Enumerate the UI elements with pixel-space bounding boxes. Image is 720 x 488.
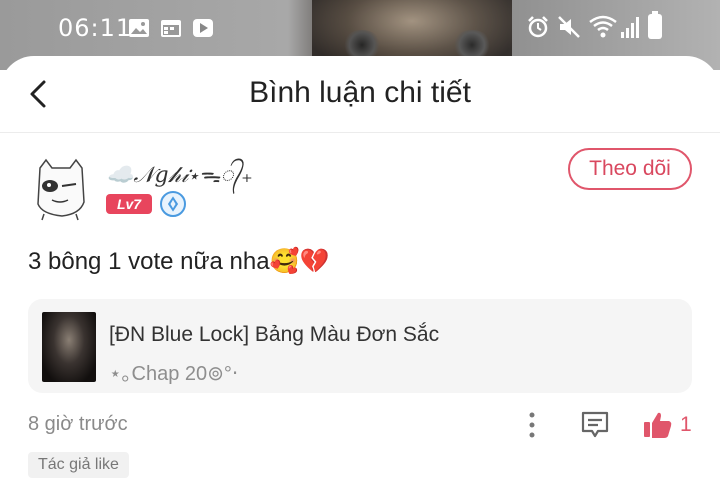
member-badge-icon [160,191,186,217]
signal-icon [621,17,639,38]
battery-icon [648,11,662,39]
page-title: Bình luận chi tiết [249,76,471,109]
alarm-icon [528,16,548,38]
story-chapter: ⋆｡Chap 20⊚°‧ [109,363,239,385]
level-badge: Lv7 [106,194,152,214]
comment-timestamp: 8 giờ trước [28,413,128,435]
like-count: 1 [680,413,692,436]
comment-text: 3 bông 1 vote nữa nha🥰💔 [28,248,330,275]
thumbs-up-icon[interactable] [642,409,674,441]
story-card[interactable]: [ĐN Blue Lock] Bảng Màu Đơn Sắc ⋆｡Chap 2… [28,299,692,393]
calendar-icon [161,20,181,37]
status-time: 06:11 [58,14,133,42]
more-options-icon[interactable] [524,410,540,440]
follow-button[interactable]: Theo dõi [568,148,692,190]
header: Bình luận chi tiết [0,56,720,133]
image-icon [129,19,149,37]
avatar[interactable] [30,156,90,222]
story-title: [ĐN Blue Lock] Bảng Màu Đơn Sắc [109,323,440,346]
story-cover [42,312,96,382]
video-player-icon [193,19,213,37]
author-liked-tag: Tác giả like [28,452,129,478]
reply-icon[interactable] [580,410,610,440]
comment-detail-sheet: Bình luận chi tiết ☁️𝒩𝑔𝒽𝒾⋆ᯓ᭄₊ Lv7 Theo d… [0,56,720,488]
wifi-icon [589,15,617,38]
mute-icon [558,16,580,38]
